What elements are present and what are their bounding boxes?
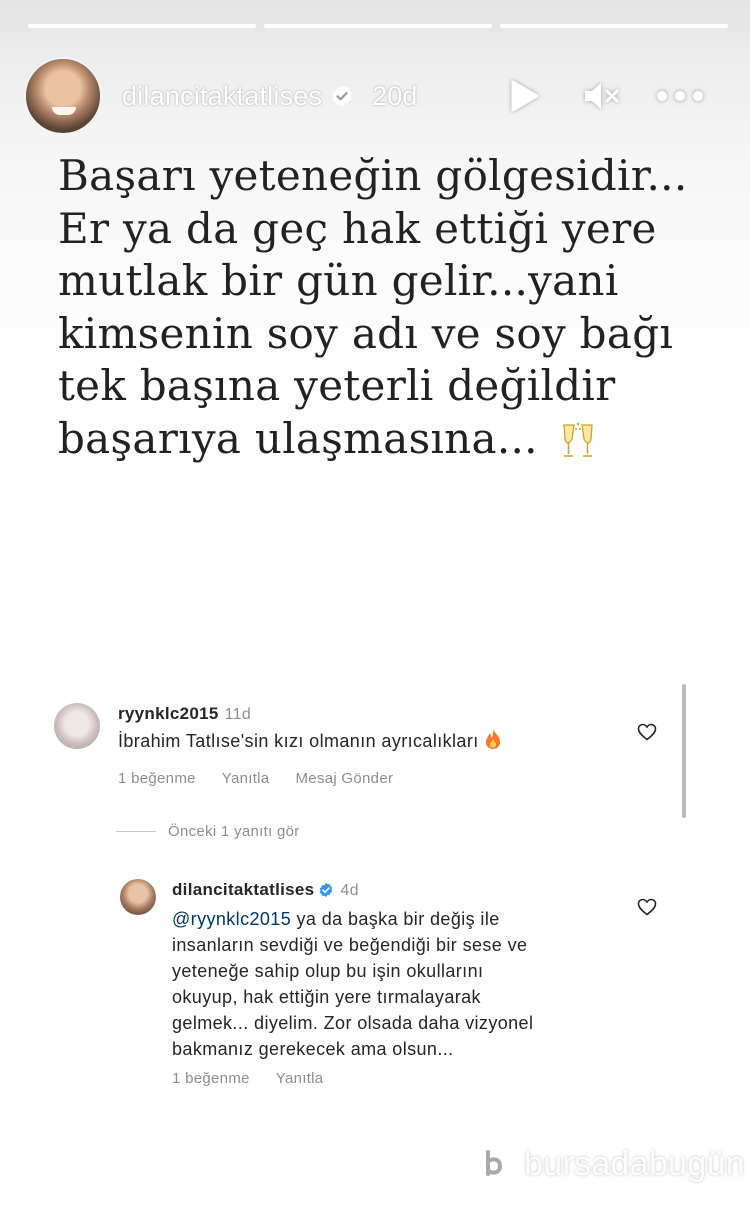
mute-icon[interactable] <box>578 76 626 116</box>
fire-icon <box>483 728 503 757</box>
watermark-text: bursadabugün <box>524 1144 746 1183</box>
story-username[interactable]: dilancitaktatlises <box>122 81 322 112</box>
scrollbar <box>682 684 686 818</box>
clinking-glasses-icon <box>560 421 596 474</box>
story-view: dilancitaktatlises 20d Başarı yeteneğin … <box>0 0 750 1205</box>
view-replies-label[interactable]: Önceki 1 yanıtı gör <box>168 823 300 840</box>
progress-segment-2 <box>264 24 492 28</box>
comment-time: 11d <box>224 706 252 723</box>
quote-line: tek başına yeterli değildir <box>58 361 616 410</box>
reply-avatar[interactable] <box>120 879 156 915</box>
quote-line: Er ya da geç hak ettiği yere <box>58 203 657 253</box>
story-header: dilancitaktatlises 20d <box>24 56 730 136</box>
bursadabugun-logo-icon <box>468 1138 520 1190</box>
reply-meta: 1 beğenme Yanıtla <box>172 1070 323 1087</box>
reply-line: insanların sevdiği ve beğendiği bir sese… <box>172 935 528 955</box>
heart-icon[interactable] <box>637 898 657 916</box>
watermark: bursadabugün <box>468 1138 745 1190</box>
quote-line-last: başarıya ulaşmasına... <box>58 413 738 474</box>
reply-button[interactable]: Yanıtla <box>276 1070 324 1087</box>
comment-username-text[interactable]: ryynklc2015 <box>118 704 219 723</box>
progress-segment-1 <box>28 24 256 28</box>
divider <box>116 831 156 832</box>
play-icon[interactable] <box>500 76 548 116</box>
reply-line: okuyup, hak ettiğin yere tırmalayarak <box>172 987 481 1007</box>
mention-link[interactable]: @ryynklc2015 <box>172 909 291 929</box>
reply-username[interactable]: dilancitaktatlises 4d <box>172 880 359 903</box>
quote-line: Başarı yeteneğin gölgesidir... <box>58 151 688 200</box>
avatar[interactable] <box>24 57 102 135</box>
progress-segment-3 <box>500 24 728 28</box>
reply-line: yeteneğe sahip olup bu işin okullarını <box>172 961 484 981</box>
view-previous-replies[interactable]: Önceki 1 yanıtı gör <box>116 823 300 840</box>
comment-text-body: İbrahim Tatlıse'sin kızı olmanın ayrıcal… <box>118 731 479 751</box>
quote-line: başarıya ulaşmasına... <box>58 413 538 463</box>
reply-line: @ryynklc2015 ya da başka bir değiş ile <box>172 906 533 932</box>
commenter-avatar[interactable] <box>54 703 100 749</box>
reply-line: gelmek... diyelim. Zor olsada daha vizyo… <box>172 1013 534 1033</box>
reply-text: @ryynklc2015 ya da başka bir değiş ile i… <box>172 906 533 1062</box>
quote-line: mutlak bir gün gelir...yani <box>58 256 619 305</box>
heart-icon[interactable] <box>637 723 657 741</box>
comment-username[interactable]: ryynklc2015 11d <box>118 704 251 724</box>
verified-badge-icon <box>318 882 334 903</box>
reply-button[interactable]: Yanıtla <box>222 770 270 787</box>
quote-line: kimsenin soy adı ve soy bağı <box>58 308 674 358</box>
comment-text: İbrahim Tatlıse'sin kızı olmanın ayrıcal… <box>118 728 503 757</box>
verified-badge-icon <box>330 84 354 108</box>
comment-meta: 1 beğenme Yanıtla Mesaj Gönder <box>118 770 393 787</box>
story-time: 20d <box>372 80 418 111</box>
reply-username-text[interactable]: dilancitaktatlises <box>172 880 314 899</box>
send-message-button[interactable]: Mesaj Gönder <box>295 770 393 787</box>
more-icon[interactable] <box>656 76 704 116</box>
likes-count[interactable]: 1 beğenme <box>118 770 196 787</box>
reply-line: bakmanız gerekecek ama olsun... <box>172 1039 454 1059</box>
reply-time: 4d <box>340 882 359 899</box>
reply-line-text: ya da başka bir değiş ile <box>291 909 500 929</box>
story-progress-bar <box>28 24 728 28</box>
story-quote-text: Başarı yeteneğin gölgesidir... Er ya da … <box>58 150 738 473</box>
likes-count[interactable]: 1 beğenme <box>172 1070 250 1087</box>
